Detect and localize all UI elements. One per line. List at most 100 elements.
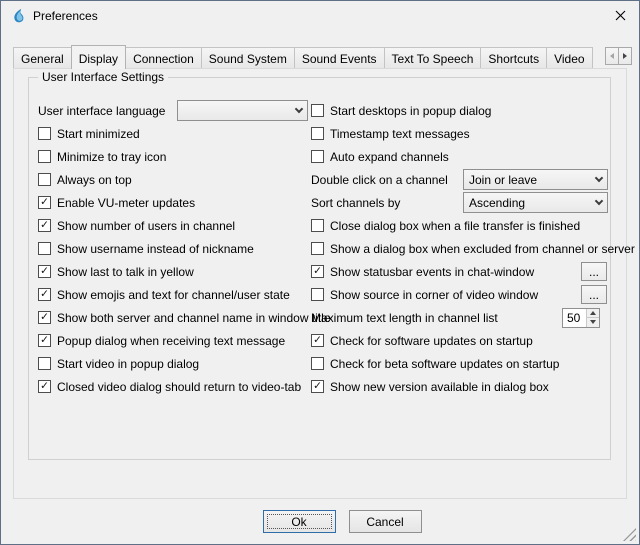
checkbox-row: ✓ Enable VU-meter updates xyxy=(38,191,309,214)
up-arrow-icon xyxy=(590,311,596,315)
checkbox[interactable] xyxy=(38,173,51,186)
checkbox[interactable]: ✓ xyxy=(38,219,51,232)
chevron-down-icon xyxy=(595,173,603,181)
checkbox[interactable]: ✓ xyxy=(38,265,51,278)
checkbox-label[interactable]: Check for beta software updates on start… xyxy=(330,357,559,371)
checkbox-label[interactable]: Show a dialog box when excluded from cha… xyxy=(330,242,635,256)
checkbox[interactable] xyxy=(311,357,324,370)
checkbox-row: Show a dialog box when excluded from cha… xyxy=(311,237,610,260)
checkbox-row: ✓ Check for software updates on startup xyxy=(311,329,610,352)
checkbox[interactable]: ✓ xyxy=(38,196,51,209)
tab-scroll-left-button[interactable] xyxy=(605,47,619,65)
checkbox[interactable] xyxy=(311,150,324,163)
checkbox-label[interactable]: Show number of users in channel xyxy=(57,219,235,233)
tab-bar: General Display Connection Sound System … xyxy=(13,45,607,69)
title-bar[interactable]: Preferences xyxy=(1,1,639,31)
sort-channels-combo[interactable]: Ascending xyxy=(463,192,608,213)
checkbox[interactable]: ✓ xyxy=(38,288,51,301)
checkbox[interactable]: ✓ xyxy=(38,311,51,324)
checkbox-label[interactable]: Popup dialog when receiving text message xyxy=(57,334,285,348)
checkbox[interactable] xyxy=(38,242,51,255)
checkbox-row: Start desktops in popup dialog xyxy=(311,99,610,122)
checkbox-label[interactable]: Enable VU-meter updates xyxy=(57,196,195,210)
tab-sound-system[interactable]: Sound System xyxy=(201,47,295,68)
checkbox-row: ✓ Show number of users in channel xyxy=(38,214,309,237)
checkbox-label[interactable]: Start video in popup dialog xyxy=(57,357,199,371)
sort-channels-row: Sort channels by Ascending xyxy=(311,191,610,214)
max-text-spinner[interactable]: 50 xyxy=(562,308,600,328)
checkbox[interactable] xyxy=(38,357,51,370)
window-title: Preferences xyxy=(33,9,98,23)
checkbox-row: ✓ Show new version available in dialog bo… xyxy=(311,375,610,398)
checkbox[interactable]: ✓ xyxy=(311,265,324,278)
checkbox-label[interactable]: Closed video dialog should return to vid… xyxy=(57,380,301,394)
tab-connection[interactable]: Connection xyxy=(125,47,202,68)
language-row: User interface language xyxy=(38,99,309,122)
statusbar-events-config-button[interactable]: ... xyxy=(581,262,607,281)
checkbox-label[interactable]: Show both server and channel name in win… xyxy=(57,311,331,325)
checkbox-label[interactable]: Auto expand channels xyxy=(330,150,449,164)
checkbox[interactable]: ✓ xyxy=(38,380,51,393)
checkbox-label[interactable]: Close dialog box when a file transfer is… xyxy=(330,219,580,233)
checkbox-label[interactable]: Always on top xyxy=(57,173,132,187)
tab-sound-events[interactable]: Sound Events xyxy=(294,47,385,68)
checkbox[interactable] xyxy=(311,288,324,301)
checkbox-label[interactable]: Show username instead of nickname xyxy=(57,242,254,256)
checkbox-row: Start video in popup dialog xyxy=(38,352,309,375)
tab-general[interactable]: General xyxy=(13,47,72,68)
checkbox-label[interactable]: Show last to talk in yellow xyxy=(57,265,194,279)
checkbox[interactable]: ✓ xyxy=(311,334,324,347)
checkbox-label[interactable]: Show new version available in dialog box xyxy=(330,380,549,394)
tab-scroll-right-button[interactable] xyxy=(618,47,632,65)
spin-up-button[interactable] xyxy=(587,309,599,319)
cancel-button[interactable]: Cancel xyxy=(349,510,422,533)
checkbox-label[interactable]: Show source in corner of video window xyxy=(330,288,573,302)
checkbox[interactable] xyxy=(311,104,324,117)
sort-channels-label: Sort channels by xyxy=(311,196,463,210)
language-label: User interface language xyxy=(38,104,177,118)
tab-shortcuts[interactable]: Shortcuts xyxy=(480,47,547,68)
tab-text-to-speech[interactable]: Text To Speech xyxy=(384,47,482,68)
spinner-buttons xyxy=(586,309,599,327)
tab-video[interactable]: Video xyxy=(546,47,592,68)
checkbox[interactable]: ✓ xyxy=(311,380,324,393)
chevron-down-icon xyxy=(295,104,303,112)
cancel-label: Cancel xyxy=(366,515,403,529)
right-column: Start desktops in popup dialog Timestamp… xyxy=(311,99,610,398)
checkbox-label[interactable]: Start minimized xyxy=(57,127,140,141)
tab-display[interactable]: Display xyxy=(71,45,126,69)
tab-scroll-control xyxy=(605,47,632,65)
checkbox-label[interactable]: Show emojis and text for channel/user st… xyxy=(57,288,290,302)
checkbox[interactable] xyxy=(311,219,324,232)
checkbox[interactable] xyxy=(38,127,51,140)
ok-button[interactable]: Ok xyxy=(263,510,336,533)
checkbox-row: Minimize to tray icon xyxy=(38,145,309,168)
down-arrow-icon xyxy=(590,320,596,324)
checkbox-label[interactable]: Start desktops in popup dialog xyxy=(330,104,491,118)
spinner-value: 50 xyxy=(563,309,586,327)
checkbox-row: Always on top xyxy=(38,168,309,191)
chevron-down-icon xyxy=(595,196,603,204)
checkbox-label[interactable]: Check for software updates on startup xyxy=(330,334,533,348)
dialog-buttons: Ok Cancel xyxy=(23,510,640,533)
app-icon xyxy=(10,8,26,24)
close-button[interactable] xyxy=(602,2,638,29)
checkbox[interactable] xyxy=(38,150,51,163)
checkbox-row: Start minimized xyxy=(38,122,309,145)
checkbox-label[interactable]: Show statusbar events in chat-window xyxy=(330,265,573,279)
checkbox[interactable]: ✓ xyxy=(38,334,51,347)
checkbox-label[interactable]: Timestamp text messages xyxy=(330,127,470,141)
video-source-config-button[interactable]: ... xyxy=(581,285,607,304)
language-combo[interactable] xyxy=(177,100,308,121)
double-click-row: Double click on a channel Join or leave xyxy=(311,168,610,191)
checkbox[interactable] xyxy=(311,242,324,255)
double-click-combo[interactable]: Join or leave xyxy=(463,169,608,190)
checkbox-row: Auto expand channels xyxy=(311,145,610,168)
checkbox-row: ✓ Closed video dialog should return to vi… xyxy=(38,375,309,398)
checkbox[interactable] xyxy=(311,127,324,140)
left-column: User interface language Start minimized … xyxy=(38,99,309,398)
checkbox-row: ✓ Show emojis and text for channel/user s… xyxy=(38,283,309,306)
checkbox-label[interactable]: Minimize to tray icon xyxy=(57,150,166,164)
spin-down-button[interactable] xyxy=(587,318,599,327)
checkbox-row: Timestamp text messages xyxy=(311,122,610,145)
